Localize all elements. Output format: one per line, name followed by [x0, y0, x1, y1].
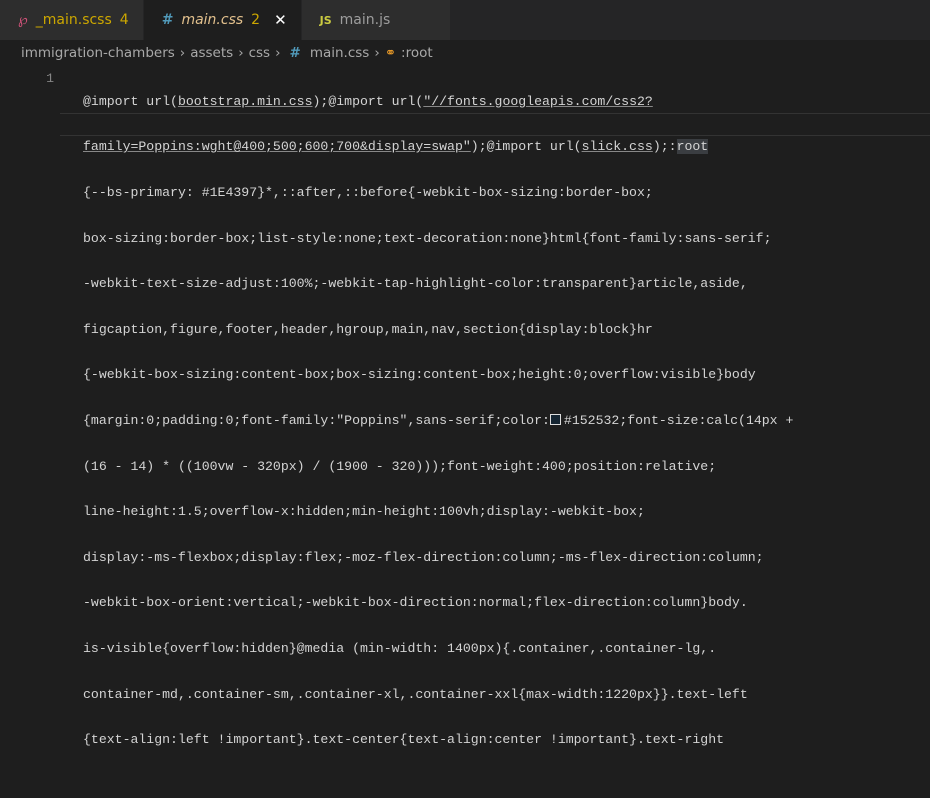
- close-icon[interactable]: ✕: [274, 11, 287, 29]
- code-text: );@import url(: [312, 93, 424, 109]
- js-icon: JS: [319, 13, 332, 27]
- tab-bar-empty: [451, 0, 930, 40]
- problem-count: 4: [119, 12, 129, 28]
- breadcrumb: immigration-chambers › assets › css › # main…: [0, 40, 930, 66]
- code-row: {margin:0;padding:0;font-family:"Poppins…: [83, 410, 923, 433]
- code-row: @import url(bootstrap.min.css);@import u…: [83, 91, 923, 114]
- chevron-right-icon: ›: [275, 45, 281, 61]
- css-hash-icon: #: [161, 12, 174, 28]
- chevron-right-icon: ›: [179, 45, 186, 61]
- import-link[interactable]: family=Poppins:wght@400;500;600;700&disp…: [83, 139, 471, 154]
- symbol-class-icon: ⚭: [384, 45, 397, 61]
- code-editor[interactable]: 1 @import url(bootstrap.min.css);@import…: [0, 66, 930, 747]
- tab-main-js[interactable]: JS main.js: [301, 0, 452, 40]
- code-row: {text-align:left !important}.text-center…: [83, 732, 725, 748]
- code-row: line-height:1.5;overflow-x:hidden;min-he…: [83, 504, 645, 520]
- code-row: family=Poppins:wght@400;500;600;700&disp…: [83, 136, 923, 159]
- import-link[interactable]: "//fonts.googleapis.com/css2?: [423, 94, 653, 109]
- code-text: );:: [652, 139, 677, 155]
- code-row: display:-ms-flexbox;display:flex;-moz-fl…: [83, 549, 764, 565]
- import-link[interactable]: slick.css: [582, 139, 653, 154]
- code-row: box-sizing:border-box;list-style:none;te…: [83, 230, 772, 246]
- code-row: {-webkit-box-sizing:content-box;box-sizi…: [83, 367, 756, 383]
- problem-count: 2: [251, 12, 261, 28]
- code-row: container-md,.container-sm,.container-xl…: [83, 686, 748, 702]
- code-text: );@import url(: [470, 139, 582, 155]
- code-row: -webkit-text-size-adjust:100%;-webkit-ta…: [83, 276, 748, 292]
- chevron-right-icon: ›: [238, 45, 244, 61]
- import-link[interactable]: bootstrap.min.css: [178, 94, 313, 109]
- code-text: #152532;font-size:calc(14px +: [563, 412, 794, 428]
- code-row: -webkit-box-orient:vertical;-webkit-box-…: [83, 595, 748, 611]
- breadcrumb-item[interactable]: main.css: [310, 45, 370, 61]
- selection-highlight: root: [676, 139, 709, 155]
- breadcrumb-item[interactable]: :root: [401, 45, 433, 61]
- code-text: {margin:0;padding:0;font-family:"Poppins…: [83, 412, 550, 428]
- code-content[interactable]: @import url(bootstrap.min.css);@import u…: [83, 68, 923, 798]
- code-row: (16 - 14) * ((100vw - 320px) / (1900 - 3…: [83, 458, 717, 474]
- tab-label: main.js: [339, 12, 391, 28]
- sass-icon: ℘: [18, 12, 28, 28]
- code-text: @import url(: [83, 93, 178, 109]
- tab-label: _main.scss: [35, 12, 112, 28]
- breadcrumb-item[interactable]: immigration-chambers: [21, 45, 175, 61]
- code-row: {--bs-primary: #1E4397}*,::after,::befor…: [83, 184, 653, 200]
- code-row: is-visible{overflow:hidden}@media (min-w…: [83, 640, 717, 656]
- line-number: 1: [46, 71, 54, 86]
- tab-main-scss[interactable]: ℘ _main.scss 4: [0, 0, 144, 40]
- chevron-right-icon: ›: [374, 45, 380, 61]
- breadcrumb-item[interactable]: assets: [190, 45, 233, 61]
- tab-label: main.css: [181, 12, 244, 28]
- color-swatch[interactable]: [549, 413, 561, 425]
- tab-main-css[interactable]: # main.css 2 ✕: [143, 0, 302, 40]
- code-row: figcaption,figure,footer,header,hgroup,m…: [83, 321, 653, 337]
- breadcrumb-item[interactable]: css: [249, 45, 271, 61]
- css-hash-icon: #: [289, 45, 301, 61]
- tab-bar: ℘ _main.scss 4 # main.css 2 ✕ JS main.js: [0, 0, 930, 40]
